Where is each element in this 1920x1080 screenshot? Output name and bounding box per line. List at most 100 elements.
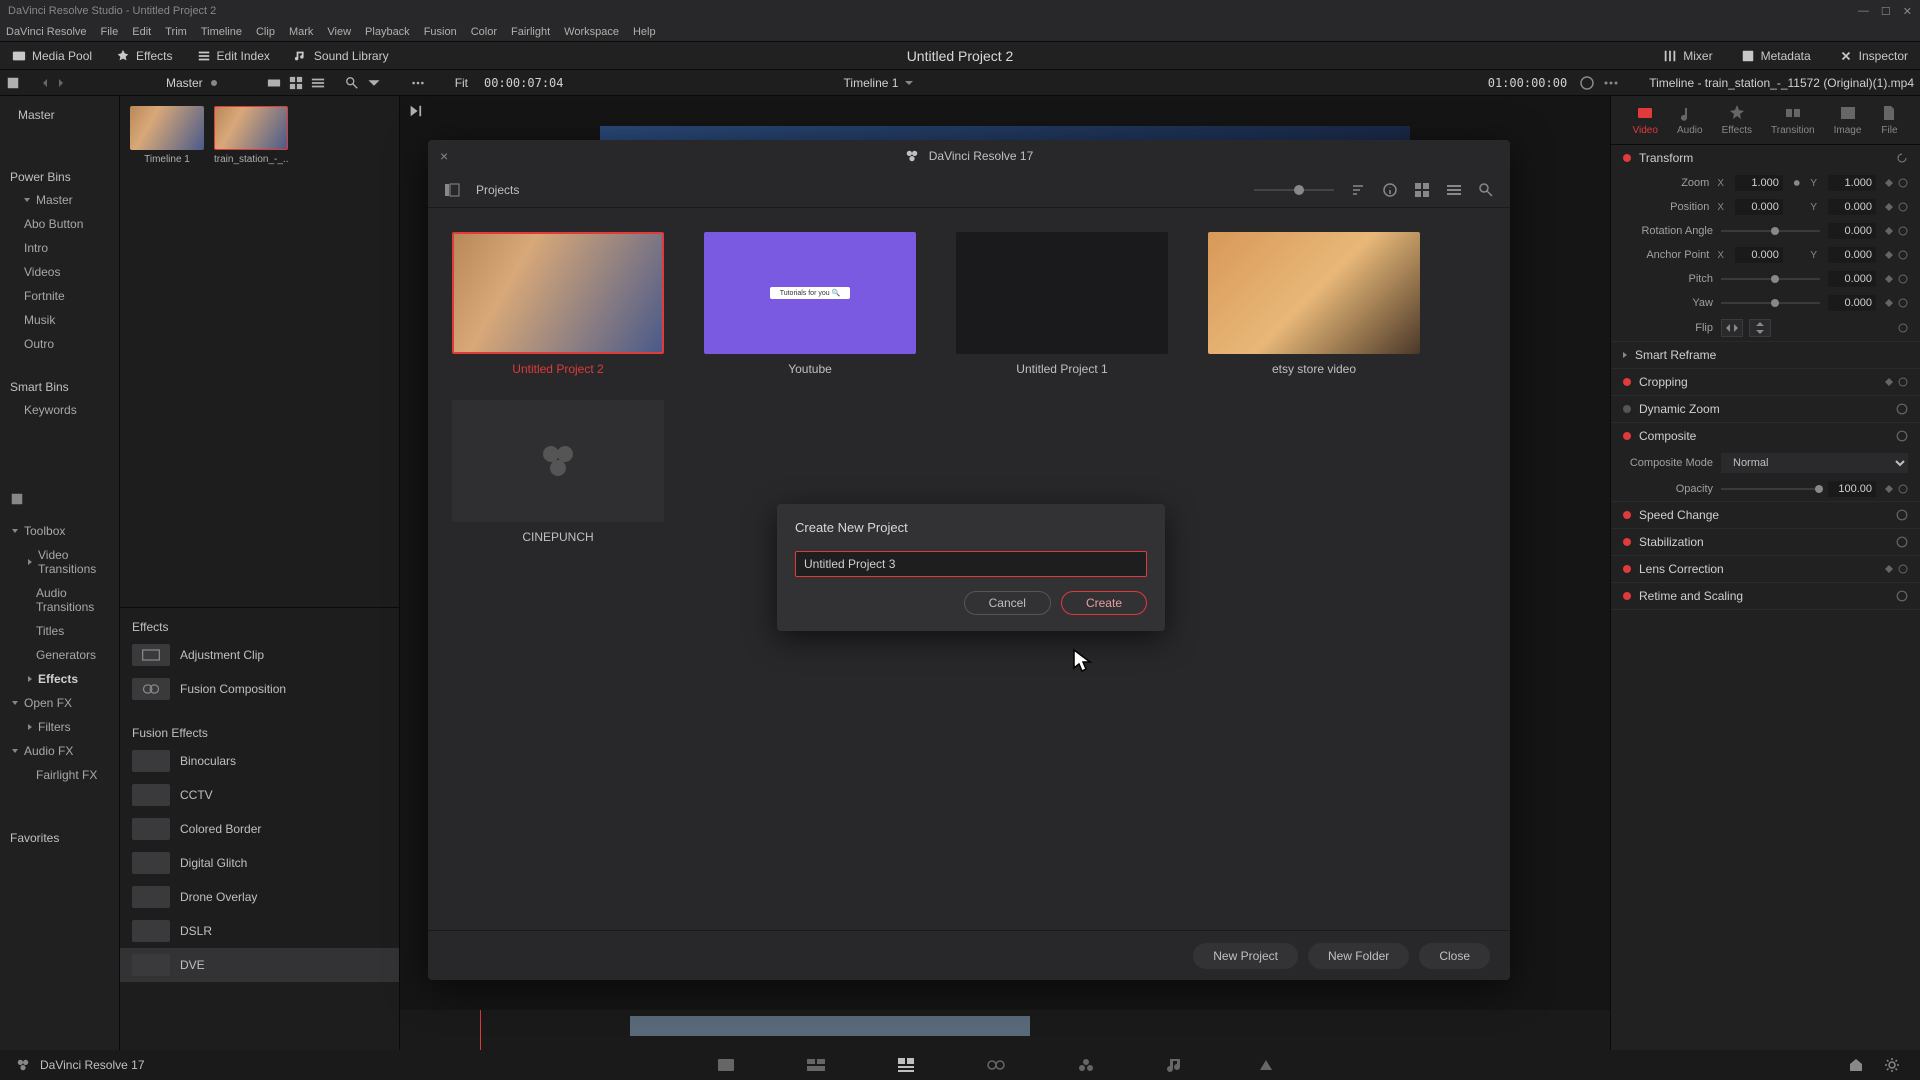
transform-section[interactable]: Transform <box>1611 145 1920 171</box>
new-project-button[interactable]: New Project <box>1193 943 1298 969</box>
anchor-y-input[interactable] <box>1828 247 1876 263</box>
panel-toggle-icon[interactable] <box>10 492 24 506</box>
edit-page-icon[interactable] <box>896 1056 916 1074</box>
sidebar-videos[interactable]: Videos <box>0 260 119 284</box>
menu-fairlight[interactable]: Fairlight <box>511 26 550 38</box>
composite-mode-select[interactable]: Normal <box>1721 453 1908 473</box>
inspector-button[interactable]: Inspector <box>1827 45 1920 67</box>
sidebar-fortnite[interactable]: Fortnite <box>0 284 119 308</box>
sound-library-button[interactable]: Sound Library <box>282 45 401 67</box>
sidebar-toggle-icon[interactable] <box>444 182 460 198</box>
rotation-slider[interactable] <box>1721 230 1820 232</box>
pos-y-input[interactable] <box>1828 199 1876 215</box>
effects-button[interactable]: Effects <box>104 45 184 67</box>
close-icon[interactable]: ✕ <box>1903 5 1912 18</box>
smart-bins-header[interactable]: Smart Bins <box>0 376 119 398</box>
list-view-icon[interactable] <box>1446 182 1462 198</box>
yaw-slider[interactable] <box>1721 302 1820 304</box>
menu-davinci[interactable]: DaVinci Resolve <box>6 26 87 38</box>
favorites-header[interactable]: Favorites <box>0 827 119 849</box>
sidebar-abo-button[interactable]: Abo Button <box>0 212 119 236</box>
project-untitled-1[interactable]: Untitled Project 1 <box>956 232 1168 376</box>
menu-playback[interactable]: Playback <box>365 26 410 38</box>
metadata-button[interactable]: Metadata <box>1729 45 1823 67</box>
playhead[interactable] <box>480 1010 481 1050</box>
flip-v-button[interactable] <box>1749 319 1771 337</box>
media-pool-button[interactable]: Media Pool <box>0 45 104 67</box>
new-folder-button[interactable]: New Folder <box>1308 943 1409 969</box>
menu-mark[interactable]: Mark <box>289 26 313 38</box>
menu-workspace[interactable]: Workspace <box>564 26 619 38</box>
cancel-button[interactable]: Cancel <box>964 591 1051 615</box>
play-next-icon[interactable] <box>408 104 422 118</box>
project-etsy[interactable]: etsy store video <box>1208 232 1420 376</box>
pos-x-input[interactable] <box>1735 199 1783 215</box>
inspector-tab-file[interactable]: File <box>1880 104 1898 136</box>
thumbnail-size-slider[interactable] <box>1254 189 1334 191</box>
fusion-page-icon[interactable] <box>986 1056 1006 1074</box>
fit-label[interactable]: Fit <box>455 76 468 90</box>
menu-help[interactable]: Help <box>633 26 656 38</box>
effect-dslr[interactable]: DSLR <box>120 914 399 948</box>
effect-cctv[interactable]: CCTV <box>120 778 399 812</box>
sidebar-fairlightfx[interactable]: Fairlight FX <box>0 763 119 787</box>
info-icon[interactable] <box>1382 182 1398 198</box>
opacity-input[interactable] <box>1828 481 1876 497</box>
sidebar-titles[interactable]: Titles <box>0 619 119 643</box>
anchor-x-input[interactable] <box>1735 247 1783 263</box>
menu-edit[interactable]: Edit <box>132 26 151 38</box>
inspector-tab-effects[interactable]: Effects <box>1722 104 1752 136</box>
nav-fwd-icon[interactable] <box>56 78 66 88</box>
chevron-down-icon[interactable] <box>367 76 381 90</box>
menu-trim[interactable]: Trim <box>165 26 187 38</box>
home-icon[interactable] <box>1848 1057 1864 1073</box>
search-icon[interactable] <box>1478 182 1494 198</box>
inspector-tab-audio[interactable]: Audio <box>1677 104 1703 136</box>
composite-section[interactable]: Composite <box>1611 423 1920 449</box>
effect-dve[interactable]: DVE <box>120 948 399 982</box>
menu-view[interactable]: View <box>327 26 351 38</box>
filmstrip-view-icon[interactable] <box>267 76 281 90</box>
menu-clip[interactable]: Clip <box>256 26 275 38</box>
grid-view-icon[interactable] <box>1414 182 1430 198</box>
timeline-clip[interactable] <box>630 1016 1030 1036</box>
search-icon[interactable] <box>345 76 359 90</box>
sidebar-audio-transitions[interactable]: Audio Transitions <box>0 581 119 619</box>
nav-back-icon[interactable] <box>40 78 50 88</box>
zoom-y-input[interactable] <box>1828 175 1876 191</box>
inspector-tab-image[interactable]: Image <box>1834 104 1862 136</box>
timeline-name[interactable]: Timeline 1 <box>844 76 915 90</box>
project-cinepunch[interactable]: CINEPUNCH <box>452 400 664 544</box>
sidebar-effects[interactable]: Effects <box>0 667 119 691</box>
more-icon[interactable] <box>1603 75 1619 91</box>
pitch-input[interactable] <box>1828 271 1876 287</box>
sidebar-master[interactable]: Master <box>0 188 119 212</box>
create-button[interactable]: Create <box>1061 591 1147 615</box>
lens-correction-section[interactable]: Lens Correction <box>1611 556 1920 582</box>
sort-icon[interactable] <box>1350 182 1366 198</box>
rotation-input[interactable] <box>1828 223 1876 239</box>
menu-file[interactable]: File <box>101 26 119 38</box>
power-bins-header[interactable]: Power Bins <box>0 166 119 188</box>
deliver-page-icon[interactable] <box>1256 1056 1276 1074</box>
flip-h-button[interactable] <box>1721 319 1743 337</box>
menu-color[interactable]: Color <box>471 26 497 38</box>
grid-view-icon[interactable] <box>289 76 303 90</box>
effect-digital-glitch[interactable]: Digital Glitch <box>120 846 399 880</box>
retime-scaling-section[interactable]: Retime and Scaling <box>1611 583 1920 609</box>
menu-timeline[interactable]: Timeline <box>201 26 242 38</box>
maximize-icon[interactable]: ☐ <box>1881 5 1891 18</box>
project-youtube[interactable]: Tutorials for you 🔍 Youtube <box>704 232 916 376</box>
pitch-slider[interactable] <box>1721 278 1820 280</box>
effect-colored-border[interactable]: Colored Border <box>120 812 399 846</box>
project-untitled-2[interactable]: Untitled Project 2 <box>452 232 664 376</box>
sidebar-toolbox[interactable]: Toolbox <box>0 519 119 543</box>
yaw-input[interactable] <box>1828 295 1876 311</box>
sidebar-musik[interactable]: Musik <box>0 308 119 332</box>
sidebar-outro[interactable]: Outro <box>0 332 119 356</box>
inspector-tab-video[interactable]: Video <box>1633 104 1658 136</box>
sidebar-audiofx[interactable]: Audio FX <box>0 739 119 763</box>
sidebar-openfx[interactable]: Open FX <box>0 691 119 715</box>
sidebar-keywords[interactable]: Keywords <box>0 398 119 422</box>
effect-fusion-composition[interactable]: Fusion Composition <box>120 672 399 706</box>
